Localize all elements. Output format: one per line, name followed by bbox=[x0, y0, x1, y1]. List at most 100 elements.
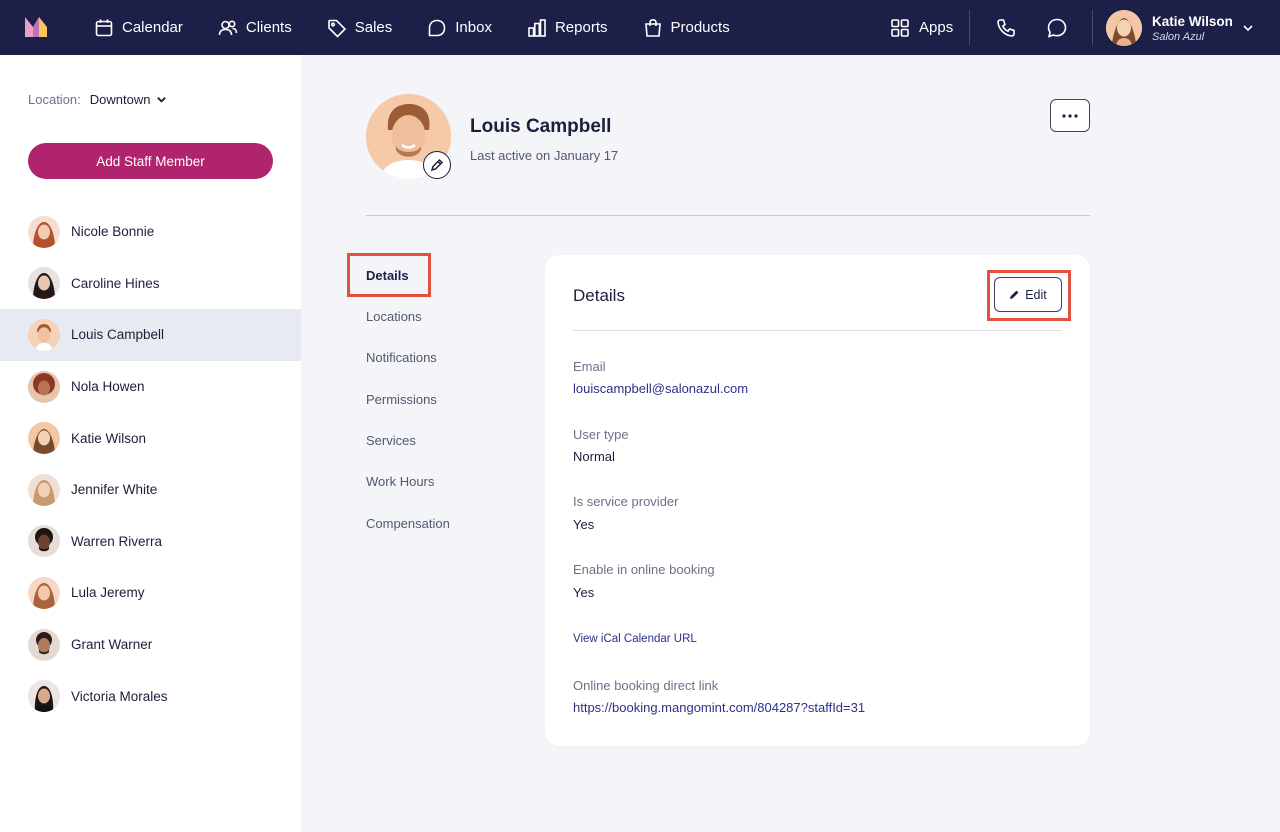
staff-avatar bbox=[28, 267, 60, 300]
user-name: Katie Wilson bbox=[1152, 13, 1233, 29]
staff-name: Lula Jeremy bbox=[71, 585, 145, 601]
service-provider-value: Yes bbox=[573, 517, 595, 532]
pencil-icon bbox=[430, 158, 444, 172]
staff-name: Warren Riverra bbox=[71, 533, 163, 549]
online-booking-value: Yes bbox=[573, 585, 595, 600]
edit-label: Edit bbox=[1025, 287, 1047, 302]
staff-item[interactable]: Katie Wilson bbox=[0, 412, 301, 464]
apps-label: Apps bbox=[919, 19, 954, 36]
nav-reports[interactable]: Reports bbox=[527, 18, 608, 38]
nav-inbox[interactable]: Inbox bbox=[427, 18, 492, 38]
staff-item[interactable]: Warren Riverra bbox=[0, 516, 301, 568]
chevron-down-icon bbox=[157, 97, 167, 103]
service-provider-label: Is service provider bbox=[573, 494, 679, 509]
subnav-details[interactable]: Details bbox=[366, 268, 409, 283]
nav-sales-label: Sales bbox=[354, 19, 393, 36]
staff-item[interactable]: Nicole Bonnie bbox=[0, 206, 301, 258]
ical-calendar-link[interactable]: View iCal Calendar URL bbox=[573, 633, 697, 645]
nav-calendar-label: Calendar bbox=[122, 19, 183, 36]
subnav-notifications[interactable]: Notifications bbox=[366, 350, 437, 365]
shopping-bag-icon bbox=[644, 18, 661, 37]
nav-clients[interactable]: Clients bbox=[218, 18, 292, 38]
grid-icon bbox=[891, 18, 909, 37]
tag-icon bbox=[327, 19, 346, 38]
chevron-down-icon bbox=[1243, 25, 1253, 32]
email-value[interactable]: louiscampbell@salonazul.com bbox=[573, 381, 748, 396]
online-booking-label: Enable in online booking bbox=[573, 562, 715, 577]
staff-item[interactable]: Caroline Hines bbox=[0, 258, 301, 310]
nav-calendar[interactable]: Calendar bbox=[94, 18, 183, 38]
staff-item[interactable]: Nola Howen bbox=[0, 361, 301, 413]
staff-name: Jennifer White bbox=[71, 482, 158, 498]
staff-avatar bbox=[28, 525, 60, 558]
staff-name: Victoria Morales bbox=[71, 688, 168, 704]
user-avatar bbox=[1106, 10, 1142, 46]
booking-link-label: Online booking direct link bbox=[573, 678, 719, 693]
bar-chart-icon bbox=[528, 18, 546, 37]
phone-icon bbox=[997, 19, 1015, 37]
inbox-icon bbox=[428, 19, 446, 36]
staff-item[interactable]: Grant Warner bbox=[0, 619, 301, 671]
staff-avatar bbox=[28, 370, 60, 403]
user-salon: Salon Azul bbox=[1152, 30, 1205, 43]
staff-avatar bbox=[28, 628, 60, 661]
staff-name: Nicole Bonnie bbox=[71, 224, 155, 240]
edit-photo-button[interactable] bbox=[423, 151, 451, 179]
pencil-icon bbox=[1010, 290, 1019, 299]
nav-products[interactable]: Products bbox=[643, 18, 730, 38]
staff-avatar bbox=[28, 576, 60, 609]
apps-button[interactable]: Apps bbox=[890, 0, 953, 55]
last-active-text: Last active on January 17 bbox=[470, 148, 619, 163]
details-card-title: Details bbox=[573, 286, 625, 305]
user-type-label: User type bbox=[573, 427, 629, 442]
staff-item-selected[interactable]: Louis Campbell bbox=[0, 309, 301, 361]
nav-products-label: Products bbox=[670, 19, 730, 36]
staff-avatar bbox=[28, 422, 60, 455]
profile-name: Louis Campbell bbox=[470, 116, 612, 137]
subnav-permissions[interactable]: Permissions bbox=[366, 392, 437, 407]
nav-reports-label: Reports bbox=[554, 19, 608, 36]
top-navigation-bar: Calendar Clients Sales Inbox Reports Pro… bbox=[0, 0, 1280, 55]
staff-name: Louis Campbell bbox=[71, 327, 165, 343]
nav-sales[interactable]: Sales bbox=[327, 18, 393, 38]
users-icon bbox=[218, 19, 238, 35]
email-label: Email bbox=[573, 359, 606, 374]
user-menu[interactable]: Katie Wilson Salon Azul bbox=[1106, 10, 1253, 46]
details-card: Details Edit Email louiscampbell@salonaz… bbox=[545, 255, 1090, 746]
staff-sidebar: Location: Downtown Add Staff Member Nico… bbox=[0, 55, 301, 832]
staff-item[interactable]: Jennifer White bbox=[0, 464, 301, 516]
booking-link-value[interactable]: https://booking.mangomint.com/804287?sta… bbox=[573, 700, 865, 715]
nav-divider bbox=[969, 10, 970, 45]
staff-name: Grant Warner bbox=[71, 637, 153, 653]
subnav-services[interactable]: Services bbox=[366, 433, 416, 448]
profile-divider bbox=[366, 215, 1090, 216]
phone-button[interactable] bbox=[995, 17, 1017, 39]
subnav-compensation[interactable]: Compensation bbox=[366, 516, 450, 531]
more-horizontal-icon bbox=[1062, 113, 1078, 118]
mangomint-logo-icon[interactable] bbox=[25, 17, 53, 37]
more-options-button[interactable] bbox=[1050, 99, 1090, 132]
add-staff-member-button[interactable]: Add Staff Member bbox=[28, 143, 273, 179]
staff-avatar bbox=[28, 473, 60, 506]
location-label: Location: bbox=[28, 92, 81, 107]
user-type-value: Normal bbox=[573, 449, 615, 464]
staff-avatar bbox=[28, 215, 60, 248]
location-selector[interactable]: Location: Downtown bbox=[28, 92, 167, 107]
staff-name: Caroline Hines bbox=[71, 275, 160, 291]
details-card-divider bbox=[573, 330, 1062, 331]
staff-avatar bbox=[28, 318, 60, 351]
nav-clients-label: Clients bbox=[245, 19, 292, 36]
staff-avatar bbox=[28, 680, 60, 713]
nav-inbox-label: Inbox bbox=[455, 19, 492, 36]
subnav-locations[interactable]: Locations bbox=[366, 309, 422, 324]
edit-details-button[interactable]: Edit bbox=[994, 277, 1062, 312]
staff-name: Katie Wilson bbox=[71, 430, 147, 446]
chat-button[interactable] bbox=[1046, 17, 1068, 39]
nav-divider bbox=[1092, 10, 1093, 45]
location-value: Downtown bbox=[89, 92, 151, 107]
staff-list: Nicole Bonnie Caroline Hines Louis Campb… bbox=[0, 206, 301, 722]
subnav-work-hours[interactable]: Work Hours bbox=[366, 474, 434, 489]
chat-bubble-icon bbox=[1047, 18, 1067, 38]
staff-item[interactable]: Lula Jeremy bbox=[0, 567, 301, 619]
staff-item[interactable]: Victoria Morales bbox=[0, 670, 301, 722]
